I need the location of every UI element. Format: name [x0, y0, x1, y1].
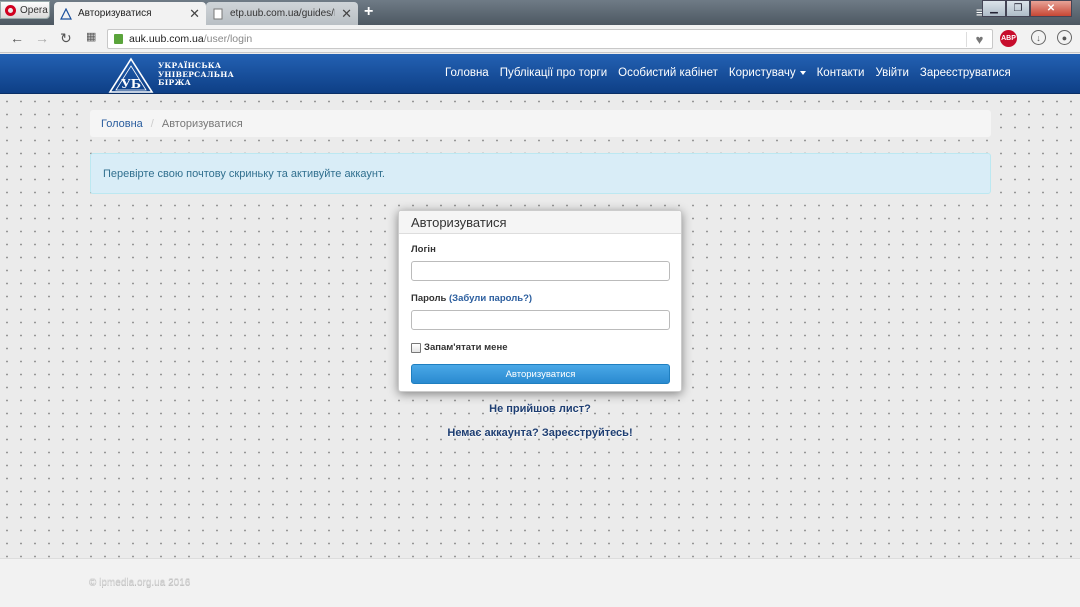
panel-title: Авторизуватися — [399, 211, 681, 234]
caret-down-icon — [799, 70, 806, 75]
copyright-text: © ipmedia.org.ua 2016 — [89, 577, 191, 588]
nav-login[interactable]: Увійти — [875, 67, 908, 79]
speed-dial-icon[interactable]: ▦ — [86, 30, 96, 43]
site-favicon-icon — [60, 7, 72, 20]
address-bar[interactable]: auk.uub.com.ua/user/login ♥ — [107, 29, 993, 49]
resend-row: Не прийшов лист? — [0, 403, 1080, 415]
bookmark-heart-icon[interactable]: ♥ — [966, 31, 992, 47]
account-icon[interactable]: ● — [1057, 30, 1072, 45]
minimize-icon[interactable]: ▁ — [982, 0, 1006, 17]
download-icon[interactable]: ↓ — [1031, 30, 1046, 45]
opera-logo-icon — [5, 4, 16, 16]
back-icon[interactable]: ← — [10, 30, 24, 46]
login-submit-button[interactable]: Авторизуватися — [411, 364, 670, 384]
url-path: /user/login — [203, 33, 253, 45]
login-label: Логін — [411, 244, 436, 255]
logo-text: УКРАЇНСЬКА УНІВЕРСАЛЬНА БІРЖА — [158, 61, 235, 88]
breadcrumb-current: Авторизуватися — [161, 117, 243, 130]
login-input[interactable] — [411, 261, 670, 281]
login-form: Логін Пароль (Забули пароль?) Запам'ятат… — [399, 234, 681, 394]
forward-icon[interactable]: → — [35, 30, 49, 46]
window-controls: ▁ ❐ ✕ — [982, 0, 1072, 17]
lock-icon — [114, 34, 123, 44]
remember-label: Запам'ятати мене — [424, 342, 508, 353]
remember-checkbox[interactable] — [411, 342, 421, 353]
site-header: УБ УКРАЇНСЬКА УНІВЕРСАЛЬНА БІРЖА Головна… — [0, 54, 1080, 94]
main-nav: Головна Публікації про торги Особистий к… — [445, 67, 1011, 79]
restore-icon[interactable]: ❐ — [1006, 0, 1030, 17]
password-label: Пароль (Забули пароль?) — [411, 293, 533, 304]
nav-register[interactable]: Зареєструватися — [920, 67, 1011, 79]
reload-icon[interactable]: ↻ — [60, 30, 72, 47]
site-footer: © ipmedia.org.ua 2016 — [0, 558, 1080, 607]
info-alert: Перевірте свою почтову скриньку та актив… — [90, 153, 991, 194]
resend-email-link[interactable]: Не прийшов лист? — [489, 403, 591, 415]
breadcrumb-separator: / — [150, 117, 154, 130]
nav-contacts[interactable]: Контакти — [817, 67, 865, 79]
page-favicon-icon — [212, 8, 224, 20]
register-row: Немає аккаунта? Зареєструйтесь! — [0, 427, 1080, 439]
new-tab-button[interactable]: + — [364, 3, 373, 21]
register-link[interactable]: Немає аккаунта? Зареєструйтесь! — [447, 427, 632, 439]
tab-title: etp.uub.com.ua/guides/Ke... — [230, 8, 335, 19]
logo-mark: УБ — [121, 77, 141, 91]
tab-inactive[interactable]: etp.uub.com.ua/guides/Ke... ✕ — [206, 2, 358, 25]
remember-me[interactable]: Запам'ятати мене — [411, 342, 669, 353]
tab-active[interactable]: Авторизуватися ✕ — [54, 2, 206, 25]
close-window-icon[interactable]: ✕ — [1030, 0, 1072, 17]
opera-menu-button[interactable]: Opera — [0, 1, 50, 19]
login-panel: Авторизуватися Логін Пароль (Забули паро… — [398, 210, 682, 392]
close-tab-icon[interactable]: ✕ — [341, 6, 352, 22]
close-tab-icon[interactable]: ✕ — [189, 6, 200, 22]
alert-text: Перевірте свою почтову скриньку та актив… — [103, 167, 385, 180]
nav-cabinet[interactable]: Особистий кабінет — [618, 67, 718, 79]
nav-home[interactable]: Головна — [445, 67, 489, 79]
exchange-logo-icon: УБ — [108, 57, 154, 93]
site-logo[interactable]: УБ УКРАЇНСЬКА УНІВЕРСАЛЬНА БІРЖА — [108, 57, 234, 93]
password-input[interactable] — [411, 310, 670, 330]
address-toolbar: ← → ↻ ▦ auk.uub.com.ua/user/login ♥ ABP … — [0, 25, 1080, 53]
nav-user-label: Користувачу — [728, 67, 796, 79]
adblock-icon[interactable]: ABP — [1000, 30, 1017, 47]
forgot-password-link[interactable]: (Забули пароль?) — [449, 293, 532, 304]
nav-publications[interactable]: Публікації про торги — [500, 67, 607, 79]
opera-menu-label: Opera — [20, 4, 48, 16]
breadcrumb: Головна / Авторизуватися — [90, 110, 991, 137]
nav-user-dropdown[interactable]: Користувачу — [729, 67, 806, 79]
breadcrumb-home[interactable]: Головна — [101, 118, 143, 130]
tab-title: Авторизуватися — [78, 8, 152, 19]
page-content: Головна / Авторизуватися Перевірте свою … — [0, 95, 1080, 558]
url-host: auk.uub.com.ua — [129, 33, 204, 45]
browser-tab-bar: Opera Авторизуватися ✕ etp.uub.com.ua/gu… — [0, 0, 1080, 25]
